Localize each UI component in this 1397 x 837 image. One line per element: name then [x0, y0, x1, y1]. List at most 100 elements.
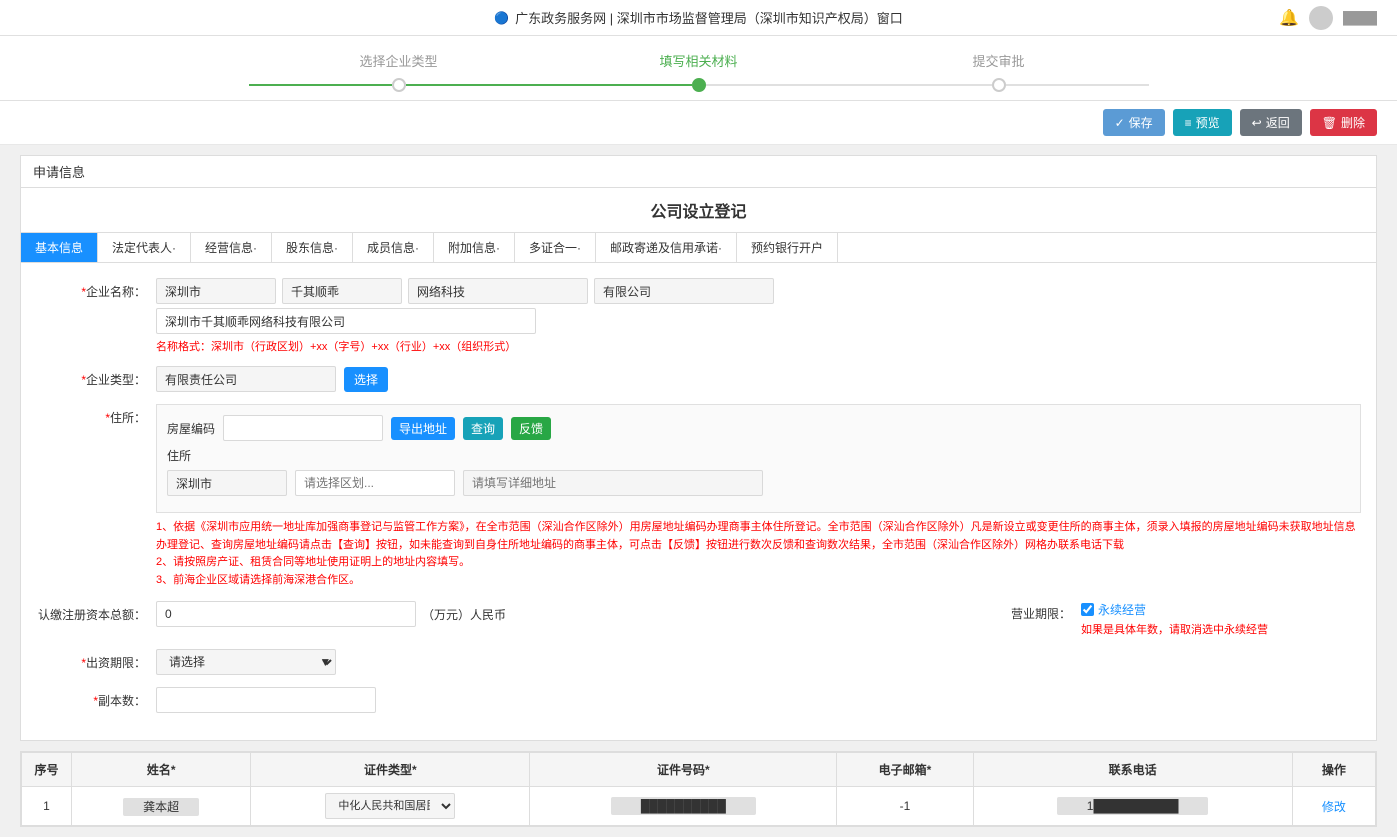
- th-phone: 联系电话: [973, 753, 1292, 787]
- td-action: 修改: [1292, 787, 1375, 826]
- capital-label: 认缴注册资本总额：: [36, 601, 156, 623]
- tab-shareholders[interactable]: 股东信息·: [272, 233, 353, 262]
- word-input[interactable]: [282, 278, 402, 304]
- step-3-label: 提交审批: [972, 51, 1024, 70]
- bottom-table-section: 序号 姓名* 证件类型* 证件号码* 电子邮箱* 联系电话 操作 1 龚本超: [20, 751, 1377, 827]
- step-2: 填写相关材料: [549, 51, 849, 92]
- contribution-period-row: *出资期限： 请选择 ▼: [36, 649, 1361, 675]
- step-2-line-left: [549, 84, 692, 86]
- delete-button[interactable]: 🗑 删除: [1310, 109, 1377, 136]
- username-text: ████: [1343, 11, 1377, 25]
- preview-icon: ≡: [1185, 116, 1192, 130]
- step-1-label: 选择企业类型: [359, 51, 437, 70]
- enterprise-type-content: 选择: [156, 366, 1361, 392]
- company-name-content: 名称格式：深圳市（行政区划）+xx（字号）+xx（行业）+xx（组织形式）: [156, 278, 1361, 354]
- td-id-type: 中化人民共和国居民: [251, 787, 530, 826]
- enterprise-type-row: *企业类型： 选择: [36, 366, 1361, 392]
- th-name: 姓名*: [72, 753, 251, 787]
- header-title: 广东政务服务网 | 深圳市市场监督管理局（深圳市知识产权局）窗口: [515, 8, 903, 27]
- tab-postal[interactable]: 邮政寄递及信用承诺·: [596, 233, 737, 262]
- id-type-select[interactable]: 中化人民共和国居民: [325, 793, 455, 819]
- capital-business-content: （万元）人民币 营业期限： 永续经营 如果是具体年数，请取消选中永续经营: [156, 601, 1361, 637]
- capital-left: （万元）人民币: [156, 601, 981, 627]
- toolbar: ✓ 保存 ≡ 预览 ↩ 返回 🗑 删除: [0, 101, 1397, 145]
- tab-additional[interactable]: 附加信息·: [434, 233, 515, 262]
- th-email: 电子邮箱*: [837, 753, 973, 787]
- capital-section: （万元）人民币: [156, 601, 981, 627]
- preview-button[interactable]: ≡ 预览: [1173, 109, 1232, 136]
- table-row: 1 龚本超 中化人民共和国居民 ██████████ -1 1██████: [22, 787, 1376, 826]
- th-id-number: 证件号码*: [530, 753, 837, 787]
- house-code-label: 房屋编码: [167, 420, 215, 437]
- td-phone-blurred: 1██████████: [1057, 797, 1209, 815]
- city-input[interactable]: [156, 278, 276, 304]
- district-input[interactable]: [295, 470, 455, 496]
- td-id-blurred: ██████████: [611, 797, 756, 815]
- enterprise-type-select-button[interactable]: 选择: [344, 367, 388, 392]
- company-type-input[interactable]: [594, 278, 774, 304]
- export-address-button[interactable]: 导出地址: [391, 417, 455, 440]
- perpetual-label: 永续经营: [1098, 601, 1146, 618]
- address-name-row: 住所: [167, 447, 1350, 464]
- td-name-blurred: 龚本超: [123, 798, 199, 816]
- copies-input[interactable]: [156, 687, 376, 713]
- back-button[interactable]: ↩ 返回: [1240, 109, 1302, 136]
- tab-legal-rep[interactable]: 法定代表人·: [98, 233, 191, 262]
- address-row: *住所： 房屋编码 导出地址 查询 反馈 住所: [36, 404, 1361, 589]
- td-phone: 1██████████: [973, 787, 1292, 826]
- section-header-label: 申请信息: [33, 165, 85, 180]
- detail-address-input[interactable]: [463, 470, 763, 496]
- address-district-row: [167, 470, 1350, 496]
- step-1-line-left: [249, 84, 392, 86]
- tab-business-info[interactable]: 经营信息·: [191, 233, 272, 262]
- user-icon[interactable]: [1309, 6, 1333, 30]
- top-header: 🔵 广东政务服务网 | 深圳市市场监督管理局（深圳市知识产权局）窗口 🔔 ███…: [0, 0, 1397, 36]
- step-2-line-right: [706, 84, 849, 86]
- th-index: 序号: [22, 753, 72, 787]
- query-button[interactable]: 查询: [463, 417, 503, 440]
- step-3-line-right: [1006, 84, 1149, 86]
- back-icon: ↩: [1252, 116, 1262, 130]
- enterprise-type-input[interactable]: [156, 366, 336, 392]
- edit-link[interactable]: 修改: [1322, 800, 1346, 814]
- business-period-wrap: 永续经营 如果是具体年数，请取消选中永续经营: [1081, 601, 1268, 637]
- industry-input[interactable]: [408, 278, 588, 304]
- company-name-row: *企业名称： 名称格式：深圳市（行政区划）+xx（字号）+xx（行业）+xx（组…: [36, 278, 1361, 354]
- step-1: 选择企业类型: [249, 51, 549, 92]
- house-code-input[interactable]: [223, 415, 383, 441]
- address-content: 房屋编码 导出地址 查询 反馈 住所: [156, 404, 1361, 589]
- copies-row: *副本数：: [36, 687, 1361, 713]
- capital-unit: （万元）人民币: [422, 606, 506, 623]
- notice-text: 1、依据《深圳市应用统一地址库加强商事登记与监管工作方案》，在全市范围（深汕合作…: [156, 519, 1361, 589]
- step-1-line-right: [406, 84, 549, 86]
- td-email: -1: [837, 787, 973, 826]
- feedback-button[interactable]: 反馈: [511, 417, 551, 440]
- capital-input[interactable]: [156, 601, 416, 627]
- tabs-nav: 基本信息 法定代表人· 经营信息· 股东信息· 成员信息· 附加信息· 多证合一…: [20, 232, 1377, 262]
- tab-basic-info[interactable]: 基本信息: [21, 233, 98, 262]
- tab-multi-cert[interactable]: 多证合一·: [515, 233, 596, 262]
- business-period-right: 营业期限： 永续经营 如果是具体年数，请取消选中永续经营: [1011, 601, 1361, 637]
- tab-members[interactable]: 成员信息·: [353, 233, 434, 262]
- tab-bank[interactable]: 预约银行开户: [737, 233, 838, 262]
- enterprise-type-label: *企业类型：: [36, 366, 156, 388]
- bottom-table: 序号 姓名* 证件类型* 证件号码* 电子邮箱* 联系电话 操作 1 龚本超: [21, 752, 1376, 826]
- td-id-number: ██████████: [530, 787, 837, 826]
- step-bar: 选择企业类型 填写相关材料 提交审批: [0, 36, 1397, 101]
- step-3-dot: [992, 78, 1006, 92]
- step-3-line-left: [849, 84, 992, 86]
- th-id-type: 证件类型*: [251, 753, 530, 787]
- bell-icon[interactable]: 🔔: [1279, 8, 1299, 28]
- table-header-row: 序号 姓名* 证件类型* 证件号码* 电子邮箱* 联系电话 操作: [22, 753, 1376, 787]
- company-full-name-input[interactable]: [156, 308, 536, 334]
- city-select-input[interactable]: [167, 470, 287, 496]
- contribution-period-select[interactable]: 请选择: [156, 649, 336, 675]
- format-hint: 名称格式：深圳市（行政区划）+xx（字号）+xx（行业）+xx（组织形式）: [156, 338, 1361, 354]
- header-logo-icon: 🔵: [494, 11, 509, 25]
- perpetual-checkbox-row: 永续经营: [1081, 601, 1268, 618]
- section-header: 申请信息: [20, 155, 1377, 188]
- main-content: 申请信息 公司设立登记 基本信息 法定代表人· 经营信息· 股东信息· 成员信息…: [0, 145, 1397, 837]
- save-button[interactable]: ✓ 保存: [1103, 109, 1165, 136]
- company-name-label: *企业名称：: [36, 278, 156, 300]
- perpetual-checkbox[interactable]: [1081, 603, 1094, 616]
